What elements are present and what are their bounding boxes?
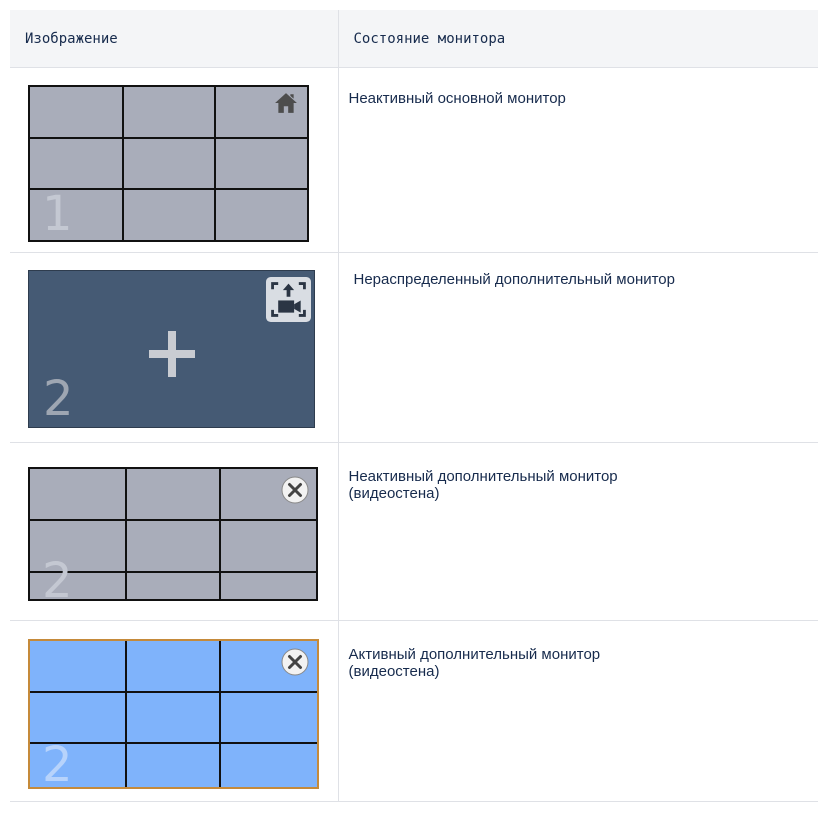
monitor-state-description: Активный дополнительный монитор (видеост… [348,646,601,680]
description-cell: Неактивный основной монитор [338,67,818,253]
description-cell: Неактивный дополнительный монитор (видео… [338,442,818,621]
monitor-thumbnail-unassigned[interactable]: 2 [28,270,315,428]
monitor-state-description: Нераспределенный дополнительный монитор [353,271,676,288]
header-state: Состояние монитора [338,10,818,68]
monitor-number: 1 [42,186,73,242]
plus-icon[interactable] [147,329,197,379]
image-cell: 2 [10,252,339,443]
description-cell: Активный дополнительный монитор (видеост… [338,620,818,802]
monitor-number: 2 [42,737,73,789]
table-row: 2 Нераспределенный дополнительный монито… [10,252,818,443]
home-icon[interactable] [274,92,298,114]
monitor-thumbnail-videowall-active[interactable]: 2 [28,639,319,789]
table-header-row: Изображение Состояние монитора [10,10,818,68]
image-cell: 2 [10,620,339,802]
monitor-thumbnail-main-inactive[interactable]: 1 [28,85,309,242]
monitor-number: 2 [42,553,73,601]
table-row: 1 Неактивный основной монитор [10,67,818,253]
monitor-number: 2 [43,371,74,427]
description-cell: Нераспределенный дополнительный монитор [338,252,818,443]
monitor-grid [30,641,317,787]
monitor-state-description: Неактивный основной монитор [348,90,566,107]
monitor-state-description: Неактивный дополнительный монитор (видео… [348,468,618,502]
monitor-thumbnail-videowall-inactive[interactable]: 2 [28,467,318,601]
monitor-grid [30,469,316,599]
table-row: 2 Активный дополнительный монитор (видео… [10,620,818,802]
monitor-states-table: Изображение Состояние монитора 1 Неактив… [10,10,818,802]
close-icon[interactable] [280,647,310,677]
image-cell: 2 [10,442,339,621]
table-row: 2 Неактивный дополнительный монитор (вид… [10,442,818,621]
image-cell: 1 [10,67,339,253]
assign-camera-icon[interactable] [266,277,311,322]
close-icon[interactable] [280,475,310,505]
header-image: Изображение [10,10,339,68]
